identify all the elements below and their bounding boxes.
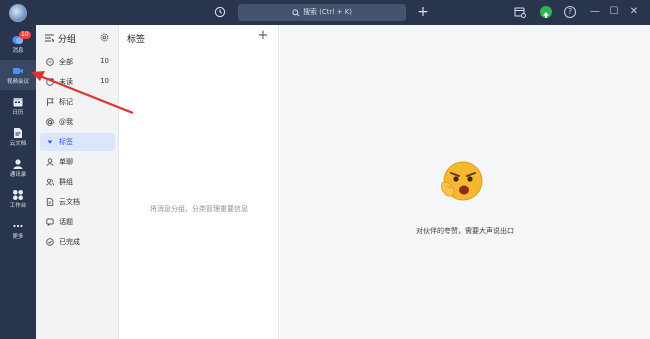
group-label: 标记 xyxy=(59,98,73,106)
group-item-cloud-docs[interactable]: 云文档 xyxy=(40,193,115,211)
nav-label: 云文档 xyxy=(9,141,27,147)
nav-label: 更多 xyxy=(12,234,24,240)
nav-item-contacts[interactable]: 通讯录 xyxy=(0,153,36,183)
left-nav: 10 消息 视频会议 日历 云文档 通讯录 工作台 更多 xyxy=(0,25,36,339)
search-placeholder: 搜索 (Ctrl + K) xyxy=(302,8,353,16)
cloud-doc-icon xyxy=(14,128,22,138)
group-label: 云文档 xyxy=(59,198,80,206)
group-label: 群组 xyxy=(59,178,73,186)
flag-icon xyxy=(47,98,54,106)
nav-item-workbench[interactable]: 工作台 xyxy=(0,184,36,214)
check-circle-icon xyxy=(46,238,54,246)
title-bar: 搜索 (Ctrl + K) + ? — ☐ ✕ xyxy=(0,0,650,25)
group-panel: 分组 全部 10 未读 10 标记 @我 标签 单聊 群组 云文档 话题 已完成 xyxy=(36,25,119,339)
group-item-completed[interactable]: 已完成 xyxy=(40,233,115,251)
group-label: 话题 xyxy=(59,218,73,226)
close-button[interactable]: ✕ xyxy=(627,4,641,20)
at-icon xyxy=(46,118,54,126)
settings-window-icon[interactable] xyxy=(514,6,526,18)
workbench-icon xyxy=(13,190,23,200)
new-button[interactable]: + xyxy=(416,3,430,21)
group-label: 单聊 xyxy=(59,158,73,166)
nav-item-calendar[interactable]: 日历 xyxy=(0,91,36,121)
history-icon[interactable] xyxy=(214,6,226,18)
nav-label: 日历 xyxy=(12,110,24,116)
search-input[interactable]: 搜索 (Ctrl + K) xyxy=(238,4,406,21)
person-icon xyxy=(46,158,54,166)
group-title: 分组 xyxy=(58,35,77,45)
nav-label: 通讯录 xyxy=(9,172,27,178)
group-icon xyxy=(46,178,54,186)
group-count: 10 xyxy=(100,77,109,85)
gear-icon[interactable] xyxy=(100,33,109,42)
group-item-unread[interactable]: 未读 10 xyxy=(40,73,115,91)
nav-label: 视频会议 xyxy=(6,79,29,85)
nav-item-messages[interactable]: 10 消息 xyxy=(0,29,36,59)
tags-panel: 标签 + 将消息分组，分类管理重要信息 xyxy=(119,25,279,339)
group-item-groups[interactable]: 群组 xyxy=(40,173,115,191)
search-icon xyxy=(292,8,300,17)
group-item-tags[interactable]: 标签 xyxy=(40,133,115,151)
video-meeting-icon xyxy=(13,68,23,74)
upgrade-icon[interactable] xyxy=(540,6,552,18)
shouting-emoji-icon xyxy=(441,161,483,201)
group-header: 分组 xyxy=(36,25,119,51)
group-item-all[interactable]: 全部 10 xyxy=(40,53,115,71)
maximize-button[interactable]: ☐ xyxy=(607,4,621,20)
user-avatar[interactable] xyxy=(9,4,27,22)
group-item-marked[interactable]: 标记 xyxy=(40,93,115,111)
group-item-topics[interactable]: 话题 xyxy=(40,213,115,231)
group-count: 10 xyxy=(100,57,109,65)
unread-badge: 10 xyxy=(19,31,31,39)
more-icon xyxy=(13,224,23,228)
chat-icon xyxy=(46,58,54,66)
calendar-icon xyxy=(13,98,23,107)
minimize-button[interactable]: — xyxy=(588,4,602,20)
group-item-direct-chat[interactable]: 单聊 xyxy=(40,153,115,171)
help-icon[interactable]: ? xyxy=(564,6,576,18)
topic-icon xyxy=(46,218,54,226)
unread-icon xyxy=(46,78,54,86)
document-icon xyxy=(46,198,54,206)
add-tag-button[interactable]: + xyxy=(256,28,270,44)
group-label: @我 xyxy=(59,118,73,126)
nav-label: 工作台 xyxy=(9,203,27,209)
nav-label: 消息 xyxy=(12,48,24,54)
group-label: 标签 xyxy=(59,138,73,146)
nav-item-more[interactable]: 更多 xyxy=(0,215,36,245)
nav-item-video-meeting[interactable]: 视频会议 xyxy=(0,60,36,90)
group-label: 已完成 xyxy=(59,238,80,246)
group-label: 全部 xyxy=(59,58,73,66)
contacts-icon xyxy=(13,159,23,169)
caret-down-icon xyxy=(47,140,53,144)
nav-item-cloud-doc[interactable]: 云文档 xyxy=(0,122,36,152)
filter-list-icon xyxy=(45,34,54,42)
group-item-mentions[interactable]: @我 xyxy=(40,113,115,131)
empty-state-message: 对伙伴的夸赞，需要大声说出口 xyxy=(416,227,514,235)
group-label: 未读 xyxy=(59,78,73,86)
tags-title: 标签 xyxy=(127,35,146,45)
tags-empty-text: 将消息分组，分类管理重要信息 xyxy=(150,205,248,213)
main-empty-state: 对伙伴的夸赞，需要大声说出口 xyxy=(280,25,650,339)
